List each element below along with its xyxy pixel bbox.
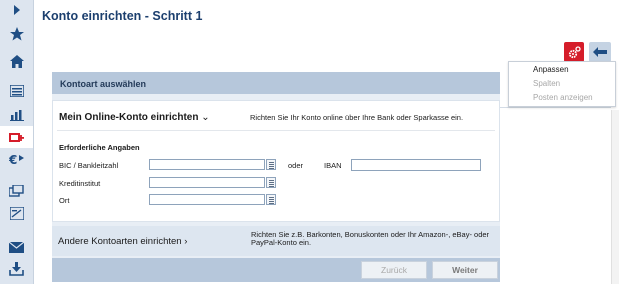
card-heading-label: Kontoart auswählen (60, 79, 147, 89)
home-icon[interactable] (0, 50, 33, 72)
arrow-left-icon (593, 47, 607, 57)
bic-lookup-icon[interactable] (266, 159, 276, 170)
gear-icon (568, 45, 581, 58)
settings-button[interactable] (564, 42, 584, 62)
online-account-description: Richten Sie Ihr Konto online über Ihre B… (250, 113, 464, 122)
chevron-down-icon: ⌄ (201, 112, 210, 123)
ort-lookup-icon[interactable] (266, 194, 276, 205)
back-step-button[interactable]: Zurück (361, 261, 427, 279)
other-account-types-description: Richten Sie z.B. Barkonten, Bonuskonten … (251, 230, 490, 247)
ort-field[interactable] (149, 194, 265, 205)
settings-menu: Anpassen Spalten Posten anzeigen (508, 61, 616, 107)
menu-item-anpassen[interactable]: Anpassen (533, 65, 569, 74)
download-icon[interactable] (0, 258, 33, 280)
kreditinstitut-field[interactable] (149, 177, 265, 188)
kreditinstitut-label: Kreditinstitut (59, 179, 101, 188)
iban-field[interactable] (351, 159, 481, 171)
mail-icon[interactable] (0, 236, 33, 258)
menu-item-spalten[interactable]: Spalten (533, 79, 560, 88)
bic-label: BIC / Bankleitzahl (59, 161, 119, 170)
ort-label: Ort (59, 196, 70, 205)
bic-field[interactable] (149, 159, 265, 170)
kreditinstitut-lookup-icon[interactable] (266, 177, 276, 188)
sidebar: € (0, 0, 34, 284)
panel-divider (500, 107, 611, 108)
other-account-types-title[interactable]: Andere Kontoarten einrichten › (58, 236, 187, 247)
divider (57, 130, 495, 131)
star-icon[interactable] (0, 23, 33, 45)
chart-icon[interactable] (0, 104, 33, 126)
back-button[interactable] (589, 42, 611, 62)
transfer-icon[interactable] (0, 180, 33, 202)
svg-text:€: € (9, 153, 17, 166)
menu-item-posten-anzeigen[interactable]: Posten anzeigen (533, 93, 593, 102)
next-step-button[interactable]: Weiter (432, 261, 498, 279)
add-account-icon[interactable] (0, 126, 33, 148)
expand-icon[interactable] (0, 2, 33, 18)
form-icon[interactable] (0, 202, 33, 224)
euro-transfer-icon[interactable]: € (0, 148, 33, 170)
required-heading: Erforderliche Angaben (59, 143, 140, 152)
other-account-types-section[interactable]: Andere Kontoarten einrichten › Richten S… (52, 226, 500, 256)
or-label: oder (288, 161, 304, 170)
card-heading: Kontoart auswählen (52, 72, 500, 94)
scrollbar[interactable] (611, 110, 619, 284)
account-type-card: Kontoart auswählen Mein Online-Konto ein… (52, 72, 500, 282)
list-icon[interactable] (0, 80, 33, 102)
online-account-title: Mein Online-Konto einrichten (59, 112, 199, 123)
online-account-section: Mein Online-Konto einrichten ⌄ Richten S… (52, 100, 500, 222)
iban-label: IBAN (324, 161, 342, 170)
online-account-toggle[interactable]: Mein Online-Konto einrichten ⌄ (59, 112, 210, 123)
card-footer: Zurück Weiter (52, 258, 500, 282)
page-title: Konto einrichten - Schritt 1 (42, 9, 203, 23)
